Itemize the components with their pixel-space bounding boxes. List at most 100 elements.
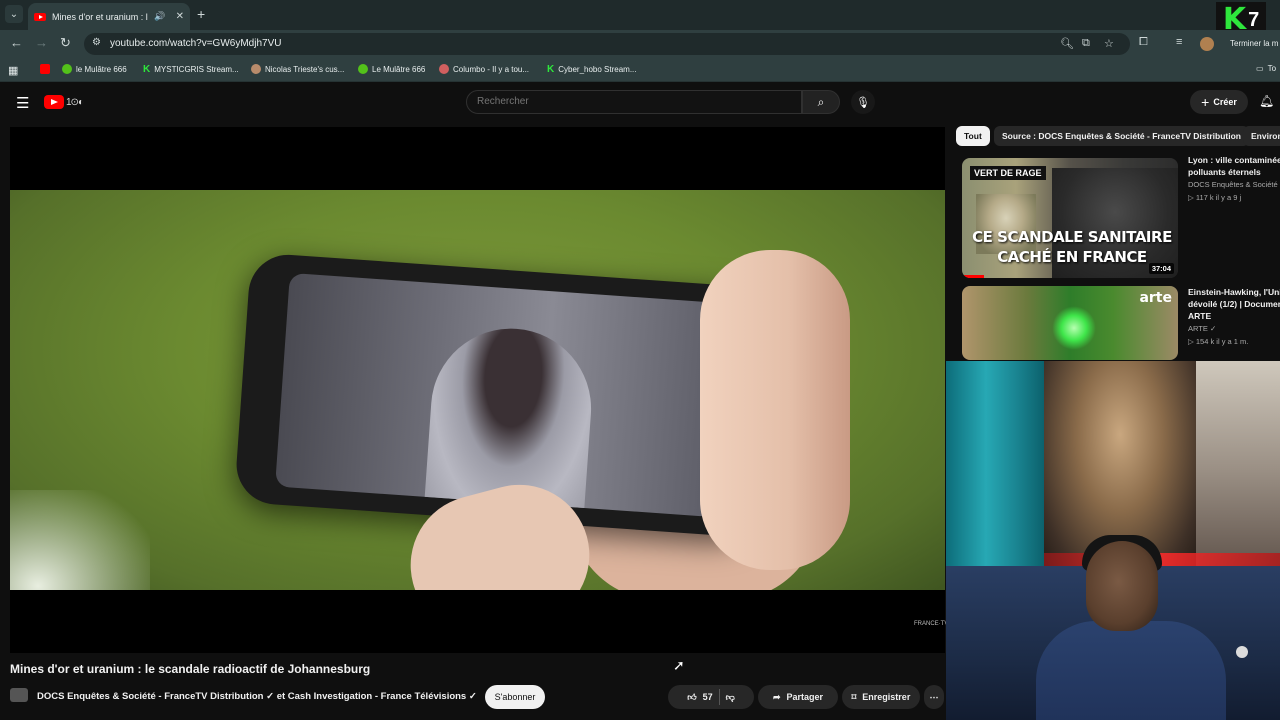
video-thumbnail[interactable]: VERT DE RAGE CE SCANDALE SANITAIRE CACHÉ… bbox=[962, 158, 1178, 278]
voice-search-button[interactable]: 🎙︎ bbox=[851, 90, 875, 114]
channel-name[interactable]: DOCS Enquêtes & Société - FranceTV Distr… bbox=[37, 691, 477, 702]
youtube-play-logo-icon bbox=[44, 95, 64, 109]
forward-arrow-icon[interactable]: → bbox=[35, 35, 48, 50]
folder-icon: ▭ bbox=[1256, 64, 1264, 73]
tab-title: Mines d'or et uranium : le s bbox=[52, 11, 148, 22]
video-title: Mines d'or et uranium : le scandale radi… bbox=[10, 662, 371, 676]
more-horizontal-icon: ⋯ bbox=[929, 691, 939, 702]
like-count[interactable]: 57 bbox=[703, 692, 713, 702]
recommended-channel[interactable]: ARTE ✓ bbox=[1188, 324, 1216, 333]
arte-logo: arte bbox=[1139, 290, 1172, 306]
browser-tab-active[interactable]: Mines d'or et uranium : le s 🔊 ✕ bbox=[28, 3, 190, 30]
like-dislike-group: 👍︎ 57 👎︎ bbox=[668, 685, 754, 709]
site-info-icon[interactable]: ⚙ bbox=[92, 37, 101, 48]
search-box[interactable] bbox=[466, 90, 802, 114]
play-icon bbox=[62, 64, 72, 74]
tab-search-button[interactable]: ⌄ bbox=[5, 5, 23, 23]
address-bar[interactable]: ⚙ youtube.com/watch?v=GW6yMdjh7VU 🔍︎ ⧉ ☆ bbox=[84, 33, 1130, 55]
channel-avatar[interactable] bbox=[10, 688, 28, 702]
share-arrow-icon: ➦ bbox=[772, 691, 781, 702]
youtube-icon bbox=[40, 64, 50, 74]
webcam-person-head bbox=[1086, 541, 1158, 631]
bookmark-youtube[interactable] bbox=[40, 64, 50, 74]
play-icon bbox=[358, 64, 368, 74]
chip-source[interactable]: Source : DOCS Enquêtes & Société - Franc… bbox=[994, 126, 1249, 146]
browser-toolbar: ← → ↻ ⚙ youtube.com/watch?v=GW6yMdjh7VU … bbox=[0, 30, 1280, 58]
bookmark-item[interactable]: K Cyber_hobo Stream... bbox=[547, 64, 637, 75]
close-tab-icon[interactable]: ✕ bbox=[176, 11, 184, 22]
bookmark-item[interactable]: Le Mulâtre 666 bbox=[358, 64, 425, 74]
thumbnail-caption-line1: CE SCANDALE SANITAIRE bbox=[972, 228, 1172, 246]
reload-icon[interactable]: ↻ bbox=[60, 35, 71, 51]
thumbs-up-icon[interactable]: 👍︎ bbox=[687, 692, 696, 703]
zoom-icon[interactable]: 🔍︎ bbox=[1060, 37, 1074, 50]
youtube-favicon-icon bbox=[34, 12, 46, 21]
subscribe-button[interactable]: S'abonner bbox=[485, 685, 545, 709]
search-icon: ⌕ bbox=[817, 94, 825, 109]
extensions-icon[interactable]: ⧠ bbox=[1139, 36, 1148, 49]
webcam-person-body bbox=[1036, 621, 1226, 720]
new-tab-button[interactable]: + bbox=[197, 6, 205, 22]
recommended-title[interactable]: Einstein-Hawking, l'Univ dévoilé (1/2) |… bbox=[1188, 286, 1280, 322]
browser-tabbar: ⌄ Mines d'or et uranium : le s 🔊 ✕ + bbox=[0, 0, 1280, 30]
youtube-header: ☰ 1⊙◐ ⌕ 🎙︎ + Créer 🔔︎ bbox=[0, 83, 1280, 121]
broadcaster-watermark: FRANCE·TV bbox=[914, 621, 949, 627]
webcam-background-picture bbox=[1196, 361, 1280, 581]
search-button[interactable]: ⌕ bbox=[802, 90, 840, 114]
thumbnail-badge: VERT DE RAGE bbox=[970, 166, 1046, 180]
bookmarks-bar: ▦ le Mulâtre 666 K MYSTICGRIS Stream... N… bbox=[0, 58, 1280, 82]
thumbnail-caption-line2: CACHÉ EN FRANCE bbox=[997, 248, 1147, 266]
more-actions-button[interactable]: ⋯ bbox=[924, 685, 944, 709]
bookmark-item[interactable]: Columbo - Il y a tou... bbox=[439, 64, 529, 74]
video-background-blur bbox=[10, 490, 150, 590]
bookmarks-folder[interactable]: ▭ To bbox=[1256, 64, 1276, 73]
bookmark-star-icon[interactable]: ☆ bbox=[1104, 37, 1114, 50]
recommended-channel[interactable]: DOCS Enquêtes & Société - bbox=[1188, 180, 1280, 189]
bookmark-item[interactable]: le Mulâtre 666 bbox=[62, 64, 127, 74]
media-controls-icon[interactable]: ≡ bbox=[1176, 36, 1182, 48]
colombo-icon bbox=[439, 64, 449, 74]
chip-all[interactable]: Tout bbox=[956, 126, 990, 146]
hamburger-menu-icon[interactable]: ☰ bbox=[16, 94, 29, 112]
kick-icon: K bbox=[143, 64, 151, 75]
doodle-icon: 1⊙◐ bbox=[66, 96, 84, 108]
recommended-meta: ▷ 154 k il y a 1 m. bbox=[1188, 337, 1249, 346]
filter-chips: Tout Source : DOCS Enquêtes & Société - … bbox=[956, 126, 1280, 146]
speaker-icon[interactable]: 🔊 bbox=[154, 11, 165, 22]
apps-grid-icon[interactable]: ▦ bbox=[8, 64, 18, 77]
watch-progress-bar bbox=[962, 275, 984, 278]
webcam-overlay bbox=[946, 361, 1280, 720]
video-thumbnail[interactable]: arte bbox=[962, 286, 1178, 360]
mouse-cursor-icon: ➚ bbox=[673, 657, 685, 673]
notifications-bell-icon[interactable]: 🔔︎ bbox=[1259, 94, 1274, 108]
bookmark-item[interactable]: Nicolas Trieste's cus... bbox=[251, 64, 344, 74]
save-button[interactable]: ⌑ Enregistrer bbox=[842, 685, 920, 709]
finish-update-button[interactable]: Terminer la m bbox=[1230, 39, 1278, 48]
chip-environment[interactable]: Environ bbox=[1243, 126, 1280, 146]
video-player[interactable]: FRANCE·TV bbox=[10, 127, 949, 653]
plus-icon: + bbox=[1201, 94, 1210, 110]
create-button[interactable]: + Créer bbox=[1190, 90, 1248, 114]
search-input[interactable] bbox=[477, 96, 777, 107]
back-arrow-icon[interactable]: ← bbox=[10, 35, 23, 50]
phone-screen bbox=[275, 272, 729, 518]
recommended-meta: ▷ 117 k il y a 9 j bbox=[1188, 193, 1242, 202]
kick-icon: K bbox=[547, 64, 555, 75]
share-button[interactable]: ➦ Partager bbox=[758, 685, 838, 709]
video-frame[interactable] bbox=[10, 190, 945, 590]
video-duration: 37:04 bbox=[1148, 263, 1174, 274]
like-divider bbox=[718, 689, 720, 705]
bookmark-item[interactable]: K MYSTICGRIS Stream... bbox=[143, 64, 239, 75]
rabbit-icon bbox=[251, 64, 261, 74]
youtube-logo[interactable]: 1⊙◐ bbox=[44, 95, 100, 109]
thumbnail-glow bbox=[1052, 306, 1096, 350]
install-app-icon[interactable]: ⧉ bbox=[1082, 37, 1090, 50]
thumbs-down-icon[interactable]: 👎︎ bbox=[726, 692, 735, 703]
bookmark-icon: ⌑ bbox=[851, 691, 857, 702]
hand-fingers bbox=[700, 250, 850, 570]
url-text[interactable]: youtube.com/watch?v=GW6yMdjh7VU bbox=[110, 38, 281, 49]
recommended-video[interactable]: arte Einstein-Hawking, l'Univ dévoilé (1… bbox=[958, 286, 1280, 360]
profile-avatar[interactable] bbox=[1200, 37, 1214, 51]
recommended-video[interactable]: VERT DE RAGE CE SCANDALE SANITAIRE CACHÉ… bbox=[958, 155, 1280, 278]
recommended-title[interactable]: Lyon : ville contaminée polluants éterne… bbox=[1188, 154, 1280, 178]
